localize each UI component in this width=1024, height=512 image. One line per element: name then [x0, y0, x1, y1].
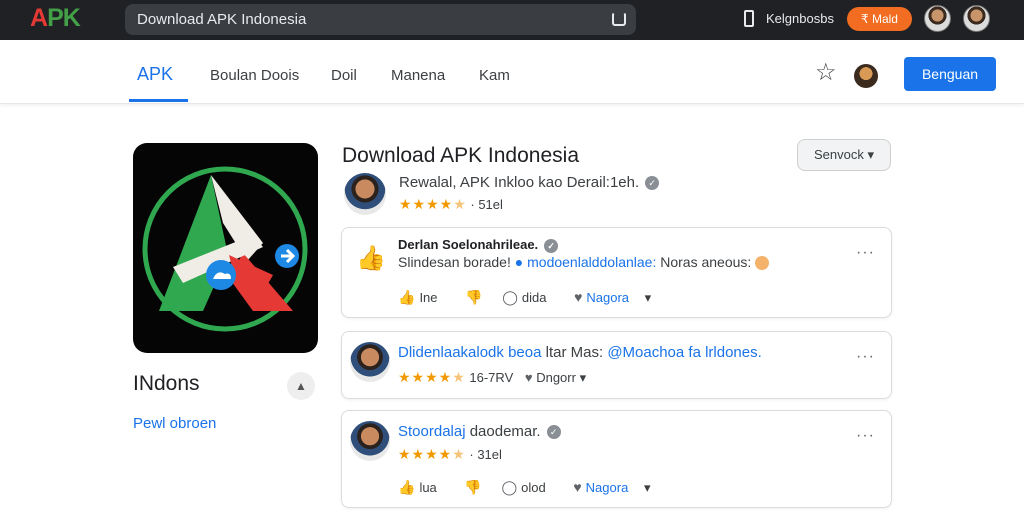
emoji-icon — [755, 256, 770, 271]
author-name: Derlan Soelonahrileae. — [398, 237, 539, 252]
developer-line: Rewalal, APK Inkloo kao Derail:1eh. ✓ — [399, 174, 660, 191]
rating: ★★★★★ · 51el — [399, 196, 503, 213]
chevron-down-icon: ▾ — [867, 147, 875, 162]
rating-text: · 31el — [469, 447, 502, 462]
verified-icon: ✓ — [546, 425, 561, 440]
review-text: Slindesan borade! ● modoenlalddolanlae: … — [398, 254, 770, 271]
headline-blue[interactable]: Dlidenlaakalodk beoa — [398, 344, 541, 361]
tab-kam[interactable]: Kam — [479, 67, 510, 84]
review-text-suffix: Noras aneous: — [660, 254, 752, 270]
author-name-blue[interactable]: Stoordalaj — [398, 423, 466, 440]
app-name: INdons — [133, 372, 200, 395]
reply-label: Nagora — [585, 480, 629, 495]
tab-apk[interactable]: APK — [137, 64, 173, 85]
tab-boulan-doois[interactable]: Boulan Doois — [210, 67, 299, 84]
heart-icon: ♥ — [524, 370, 533, 385]
app-link[interactable]: Pewl obroen — [133, 415, 216, 432]
verified-icon: ✓ — [544, 238, 559, 253]
headline-dark: ltar — [545, 344, 567, 361]
thumbs-up-icon: 👍 — [398, 479, 416, 495]
dropdown-label[interactable]: Dngorr — [536, 370, 576, 385]
review-actions: 👍 lua 👎 ◯ olod ♥ Nagora ▾ — [398, 479, 674, 496]
rating: ★★★★★ · 31el — [398, 446, 502, 463]
review-author: Stoordalaj daodemar. ✓ — [398, 423, 561, 440]
comment-icon: ◯ — [501, 479, 518, 495]
rating-text: · 51el — [470, 197, 503, 212]
reply-label: Nagora — [586, 290, 630, 305]
thumbs-up-icon: 👍 — [356, 245, 386, 272]
tab-doil[interactable]: Doil — [331, 67, 357, 84]
more-options-icon[interactable]: ··· — [856, 244, 875, 262]
star-icon[interactable]: ☆ — [815, 61, 837, 85]
orange-button[interactable]: ₹ Mald — [847, 7, 912, 31]
avatar[interactable] — [963, 5, 990, 32]
headline-rest: Mas: — [570, 344, 604, 361]
review-card: Stoordalaj daodemar. ✓ ··· ★★★★★ · 31el 👍… — [341, 410, 892, 508]
app-icon — [133, 143, 318, 353]
info-icon: ● — [514, 254, 524, 270]
review-headline: Dlidenlaakalodk beoa ltar Mas: @Moachoa … — [398, 344, 762, 361]
phone-icon[interactable] — [744, 10, 754, 27]
more-options-icon[interactable]: ··· — [856, 348, 875, 366]
review-author: Derlan Soelonahrileae. ✓ — [398, 237, 559, 253]
sort-dropdown[interactable]: Senvock ▾ — [797, 139, 891, 171]
nav-bar: APK Boulan Doois Doil Manena Kam ☆ Bengu… — [0, 40, 1024, 104]
thumbs-down-icon: 👎 — [465, 289, 483, 305]
rating-text: 16-7RV — [469, 370, 514, 385]
top-link[interactable]: Kelgnbosbs — [766, 11, 834, 26]
page-title: Download APK Indonesia — [342, 144, 579, 167]
like-label: lua — [419, 480, 437, 495]
developer-text: Rewalal, APK Inkloo kao Derail:1eh. — [399, 174, 640, 191]
active-tab-indicator — [129, 99, 188, 102]
like-button[interactable]: 👍 lua — [398, 479, 449, 495]
thumbs-up-icon: 👍 — [398, 289, 416, 305]
avatar[interactable] — [924, 5, 951, 32]
review-actions: 👍 Ine 👎 ◯ dida ♥ Nagora ▾ — [398, 289, 675, 306]
chevron-down-icon: ▾ — [643, 480, 651, 495]
review-card: Dlidenlaakalodk beoa ltar Mas: @Moachoa … — [341, 331, 892, 399]
comment-button[interactable]: ◯ dida — [502, 289, 558, 305]
dislike-button[interactable]: 👎 — [464, 479, 485, 495]
apk-logo[interactable]: APK — [30, 4, 81, 33]
reply-button[interactable]: ♥ Nagora ▾ — [574, 289, 663, 305]
tab-manena[interactable]: Manena — [391, 67, 445, 84]
refresh-icon[interactable] — [612, 12, 626, 26]
sort-label: Senvock — [813, 147, 864, 162]
star-rating-icon: ★★★★★ — [398, 446, 466, 462]
top-bar: APK Download APK Indonesia Kelgnbosbs ₹ … — [0, 0, 1024, 40]
star-rating-icon: ★★★★★ — [398, 369, 466, 385]
avatar[interactable] — [344, 173, 386, 215]
avatar[interactable] — [350, 421, 390, 461]
search-bar[interactable]: Download APK Indonesia — [125, 4, 636, 35]
heart-icon: ♥ — [573, 479, 582, 495]
avatar[interactable] — [854, 64, 878, 88]
avatar[interactable] — [350, 342, 390, 382]
comment-label: dida — [521, 290, 547, 305]
verified-icon: ✓ — [645, 176, 660, 191]
like-button[interactable]: 👍 Ine — [398, 289, 450, 305]
comment-label: olod — [521, 480, 546, 495]
chevron-down-icon: ▾ — [644, 290, 652, 305]
like-label: Ine — [419, 290, 438, 305]
chevron-down-icon: ▾ — [579, 370, 587, 385]
primary-button[interactable]: Benguan — [904, 57, 996, 91]
share-button[interactable]: ▲ — [287, 372, 315, 400]
review-text-link[interactable]: modoenlalddolanlae: — [527, 254, 656, 270]
search-input[interactable]: Download APK Indonesia — [137, 11, 306, 28]
rating: ★★★★★ 16-7RV ♥ Dngorr ▾ — [398, 369, 586, 386]
thumbs-down-icon: 👎 — [464, 479, 482, 495]
headline-end[interactable]: @Moachoa fa lrldones. — [607, 344, 761, 361]
reply-button[interactable]: ♥ Nagora ▾ — [573, 479, 662, 495]
star-rating-icon: ★★★★★ — [399, 196, 467, 212]
comment-button[interactable]: ◯ olod — [501, 479, 557, 495]
more-options-icon[interactable]: ··· — [856, 427, 875, 445]
dislike-button[interactable]: 👎 — [465, 289, 486, 305]
author-name-dark: daodemar. — [469, 423, 541, 440]
review-card: 👍 Derlan Soelonahrileae. ✓ Slindesan bora… — [341, 227, 892, 318]
heart-icon: ♥ — [574, 289, 583, 305]
review-text-prefix: Slindesan borade! — [398, 254, 511, 270]
comment-icon: ◯ — [502, 289, 518, 305]
